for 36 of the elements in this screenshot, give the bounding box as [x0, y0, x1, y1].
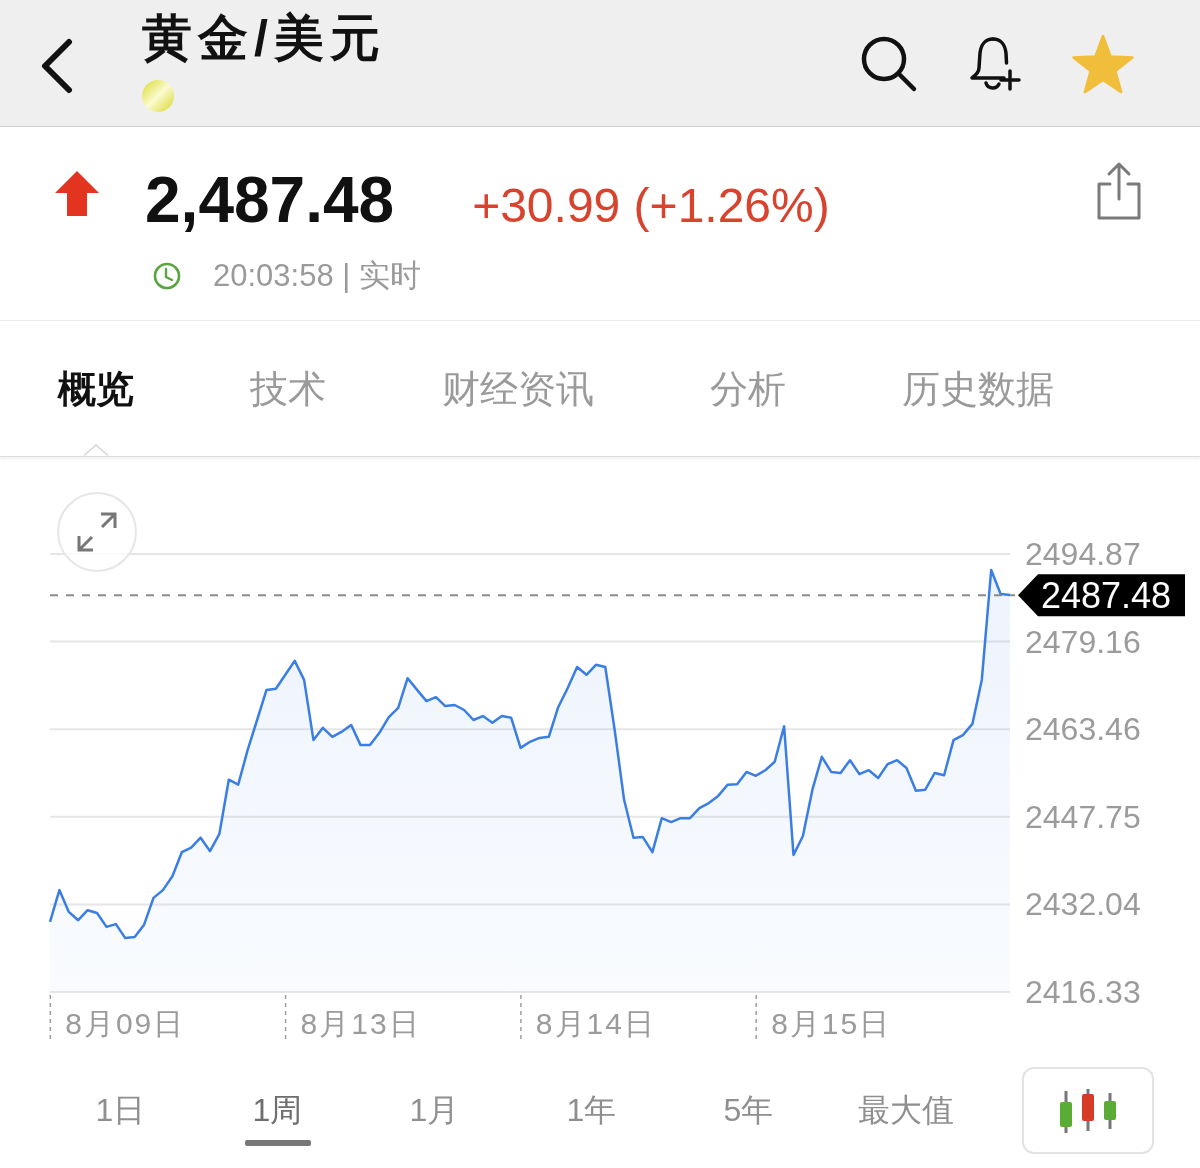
candlestick-icon: [1059, 1088, 1117, 1133]
tab[interactable]: 分析: [710, 321, 786, 456]
star-icon: [1071, 34, 1135, 94]
range-tab[interactable]: 5年: [670, 1090, 827, 1146]
y-axis-label: 2463.46: [1025, 711, 1141, 748]
x-axis-label: 8月09日: [65, 1007, 186, 1040]
tab[interactable]: 概览: [58, 321, 134, 456]
range-tab[interactable]: 最大值: [827, 1090, 984, 1146]
expand-icon: [76, 511, 118, 553]
range-tab[interactable]: 1月: [356, 1090, 513, 1146]
x-axis-label: 8月15日: [771, 1007, 892, 1040]
chart-type-button[interactable]: [1022, 1067, 1154, 1154]
y-axis-label: 2447.75: [1025, 798, 1141, 835]
x-axis-label: 8月14日: [535, 1007, 656, 1040]
clock-icon: [153, 262, 181, 290]
y-axis-label: 2494.87: [1025, 536, 1141, 572]
range-tab[interactable]: 1周: [199, 1090, 356, 1146]
y-axis-label: 2416.33: [1025, 974, 1141, 1010]
tab[interactable]: 历史数据: [902, 321, 1054, 456]
x-axis-label: 8月13日: [300, 1007, 421, 1040]
current-price-tag: 2487.48: [1018, 574, 1185, 617]
price-text: 2,487.48: [145, 168, 395, 232]
share-icon: [1095, 161, 1143, 221]
page-title: 黄金/美元: [142, 9, 386, 68]
change-text: +30.99 (+1.26%): [472, 178, 830, 234]
coin-icon: [142, 80, 174, 112]
tab[interactable]: 技术: [250, 321, 326, 456]
range-tab[interactable]: 1年: [513, 1090, 670, 1146]
timestamp-text: 20:03:58 | 实时: [213, 258, 421, 294]
range-tab[interactable]: 1日: [42, 1090, 199, 1146]
tab[interactable]: 财经资讯: [442, 321, 594, 456]
y-axis-label: 2432.04: [1025, 886, 1141, 923]
ref-line-label: 2487.48: [1041, 575, 1172, 617]
y-axis-label: 2479.16: [1025, 623, 1141, 660]
search-icon: [860, 35, 918, 93]
up-arrow-icon: [55, 171, 99, 216]
